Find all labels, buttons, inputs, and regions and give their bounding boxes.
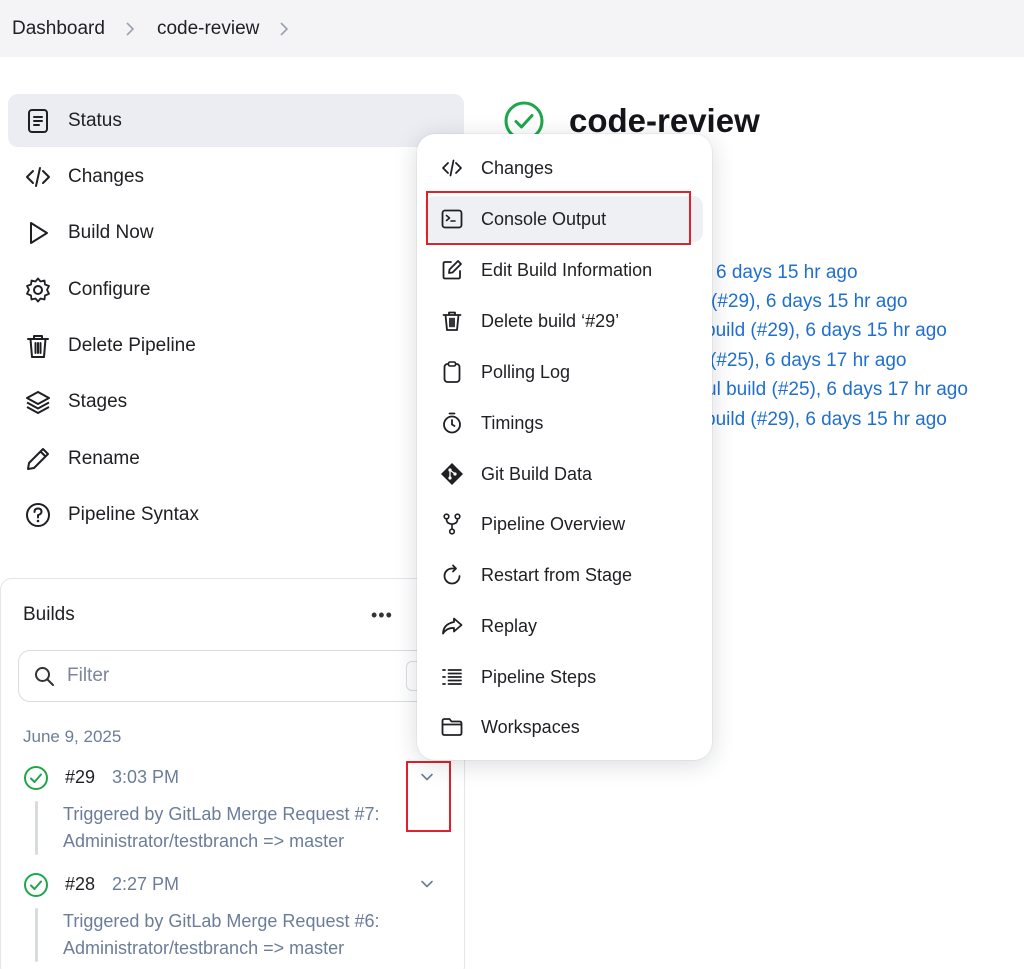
permalink[interactable]: (#25), 6 days 17 hr ago	[710, 350, 906, 372]
build-description-line: Triggered by GitLab Merge Request #6:	[63, 911, 380, 931]
menu-item-polling-log[interactable]: Polling Log	[425, 349, 703, 395]
chevron-right-icon[interactable]	[279, 21, 291, 37]
gear-icon	[24, 276, 52, 304]
steps-icon	[439, 664, 465, 690]
builds-panel: Builds ••• June 9, 2025 #29 3:03 PM Trig…	[0, 578, 488, 969]
sidebar-item-label: Rename	[68, 447, 140, 469]
permalink[interactable]: 6 days 15 hr ago	[716, 262, 858, 284]
description-bar	[35, 801, 38, 855]
console-output-highlight	[426, 191, 691, 245]
restart-icon	[439, 562, 465, 588]
menu-item-label: Timings	[481, 412, 544, 433]
build-number[interactable]: #29	[65, 767, 95, 788]
builds-title: Builds	[23, 604, 75, 625]
search-icon	[35, 667, 54, 686]
document-icon	[24, 107, 52, 135]
menu-item-changes[interactable]: Changes	[425, 145, 703, 191]
menu-item-label: Pipeline Overview	[481, 513, 626, 534]
sidebar-item-pipeline-syntax[interactable]: Pipeline Syntax	[8, 488, 464, 541]
trash-icon	[24, 332, 52, 360]
build-time: 2:27 PM	[112, 874, 180, 894]
breadcrumb-code-review[interactable]: code-review	[157, 18, 259, 40]
clipboard-icon	[439, 359, 465, 385]
code-icon	[439, 155, 465, 181]
menu-item-git-build-data[interactable]: Git Build Data	[425, 451, 703, 497]
permalink[interactable]: (#29), 6 days 15 hr ago	[711, 291, 907, 313]
build-time: 3:03 PM	[112, 767, 180, 787]
success-icon	[24, 766, 48, 790]
description-bar	[35, 908, 38, 962]
sidebar-item-status[interactable]: Status	[8, 94, 464, 147]
sidebar-item-label: Configure	[68, 278, 151, 300]
edit-icon	[439, 257, 465, 283]
permalink[interactable]: build (#29), 6 days 15 hr ago	[705, 320, 947, 342]
git-icon	[439, 461, 465, 487]
chevron-down-icon[interactable]	[419, 876, 435, 892]
menu-item-replay[interactable]: Replay	[425, 603, 703, 649]
folder-icon	[439, 714, 465, 740]
chevron-right-icon	[125, 21, 137, 37]
build-description-line: Administrator/testbranch => master	[63, 938, 345, 958]
menu-item-label: Edit Build Information	[481, 259, 653, 280]
menu-item-label: Delete build ‘#29’	[481, 310, 620, 331]
sidebar-item-changes[interactable]: Changes	[8, 150, 464, 203]
sidebar-item-configure[interactable]: Configure	[8, 263, 464, 316]
sidebar-item-label: Delete Pipeline	[68, 334, 196, 356]
sidebar-item-label: Changes	[68, 165, 145, 187]
menu-item-label: Git Build Data	[481, 463, 593, 484]
menu-item-timings[interactable]: Timings	[425, 400, 703, 446]
menu-item-workspaces[interactable]: Workspaces	[425, 704, 703, 750]
sidebar-item-stages[interactable]: Stages	[8, 375, 464, 428]
breadcrumb-dashboard[interactable]: Dashboard	[12, 18, 105, 40]
code-icon	[24, 163, 52, 191]
menu-item-label: Pipeline Steps	[481, 666, 597, 687]
sidebar-item-label: Pipeline Syntax	[68, 503, 199, 525]
build-description-line: Administrator/testbranch => master	[63, 831, 345, 851]
build-number[interactable]: #28	[65, 874, 95, 895]
more-options-button[interactable]: •••	[371, 605, 393, 626]
menu-item-edit-build-information[interactable]: Edit Build Information	[425, 247, 703, 293]
help-icon	[24, 501, 52, 529]
sidebar-item-label: Status	[68, 109, 122, 131]
sidebar-item-label: Build Now	[68, 221, 154, 243]
build-description-line: Triggered by GitLab Merge Request #7:	[63, 804, 380, 824]
branch-icon	[439, 511, 465, 537]
replay-icon	[439, 613, 465, 639]
menu-item-restart-from-stage[interactable]: Restart from Stage	[425, 552, 703, 598]
menu-item-pipeline-overview[interactable]: Pipeline Overview	[425, 501, 703, 547]
menu-item-label: Changes	[481, 157, 554, 178]
layers-icon	[24, 388, 52, 416]
menu-item-pipeline-steps[interactable]: Pipeline Steps	[425, 654, 703, 700]
chevron-highlight	[406, 761, 451, 832]
build-description: Triggered by GitLab Merge Request #7: Ad…	[63, 801, 423, 855]
build-date: June 9, 2025	[23, 727, 122, 746]
permalink[interactable]: build (#29), 6 days 15 hr ago	[705, 409, 947, 431]
permalink[interactable]: ul build (#25), 6 days 17 hr ago	[706, 379, 968, 401]
play-icon	[24, 219, 52, 247]
pencil-icon	[24, 445, 52, 473]
sidebar-item-label: Stages	[68, 390, 128, 412]
build-description: Triggered by GitLab Merge Request #6: Ad…	[63, 908, 423, 962]
menu-item-label: Replay	[481, 615, 538, 636]
menu-item-label: Workspaces	[481, 716, 580, 737]
sidebar-item-build-now[interactable]: Build Now	[8, 206, 464, 259]
breadcrumb: Dashboard code-review	[0, 0, 1024, 57]
trash-icon	[439, 308, 465, 334]
success-icon	[24, 873, 48, 897]
sidebar-item-rename[interactable]: Rename	[8, 432, 464, 485]
menu-item-label: Restart from Stage	[481, 564, 633, 585]
menu-item-label: Polling Log	[481, 361, 571, 382]
filter-input[interactable]	[67, 665, 367, 687]
stopwatch-icon	[439, 410, 465, 436]
sidebar-item-delete-pipeline[interactable]: Delete Pipeline	[8, 319, 464, 372]
menu-item-delete-build[interactable]: Delete build ‘#29’	[425, 298, 703, 344]
